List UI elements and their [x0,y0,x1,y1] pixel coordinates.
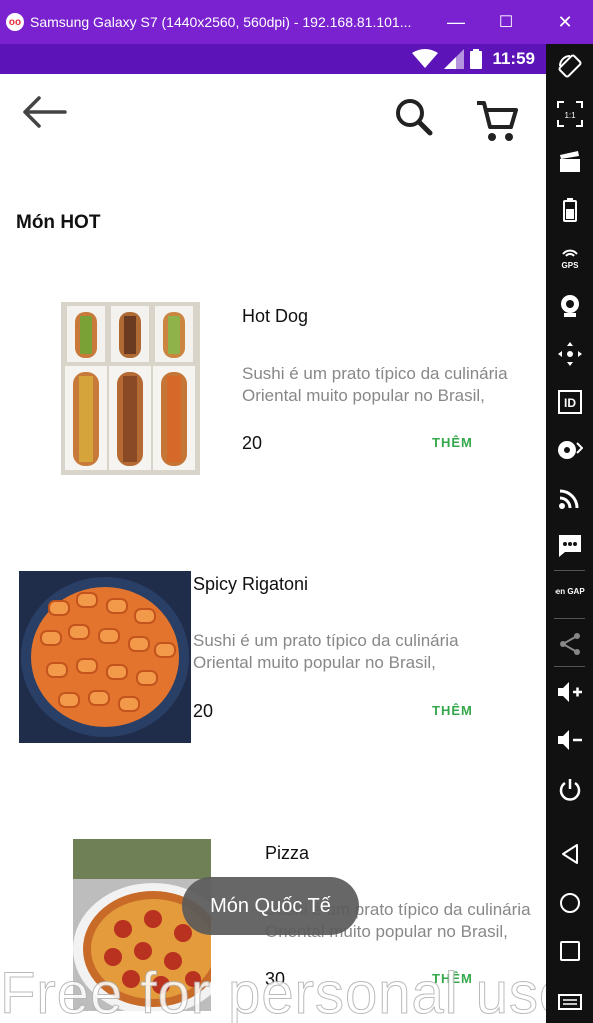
dpad-icon[interactable] [546,336,593,372]
android-status-bar: 11:59 [0,44,546,74]
disk-icon[interactable] [546,432,593,468]
volume-up-icon[interactable] [546,674,593,710]
wifi-icon [412,49,439,69]
capture-icon[interactable] [546,144,593,180]
food-name: Spicy Rigatoni [193,574,309,594]
cart-icon[interactable] [474,98,520,144]
camera-icon[interactable] [546,288,593,324]
add-button[interactable]: THÊM [432,703,473,718]
food-description: Sushi é um prato típico da culinária Ori… [193,631,459,672]
app-screen: Món HOT Hot Dog Sushi é um prato típico … [0,74,546,1023]
food-name: Hot Dog [242,306,309,326]
maximize-button[interactable]: ☐ [481,0,531,44]
home-icon[interactable] [546,885,593,921]
svg-text:Open GAPPS: Open GAPPS [555,587,585,596]
search-icon[interactable] [392,96,434,136]
food-price: 20 [242,433,263,453]
toast-message: Món Quốc Tế [182,877,359,935]
section-title: Món HOT [16,212,101,233]
recents-icon[interactable] [546,933,593,969]
food-description: Sushi é um prato típico da culinária Ori… [242,364,508,405]
share-icon[interactable] [546,626,593,662]
toolbar-divider [554,666,585,667]
food-image[interactable] [19,571,191,743]
svg-text:ID: ID [564,396,576,410]
cast-icon[interactable] [546,480,593,516]
close-button[interactable]: ✕ [540,0,590,44]
open-gapps-icon[interactable]: Open GAPPS [546,578,593,614]
gps-icon[interactable]: GPS [546,240,593,276]
id-icon[interactable]: ID [546,384,593,420]
food-price: 20 [193,701,214,721]
volume-down-icon[interactable] [546,722,593,758]
battery-icon[interactable] [546,192,593,228]
svg-text:1:1: 1:1 [564,111,576,120]
toolbar-divider [554,618,585,619]
add-button[interactable]: THÊM [432,435,473,450]
watermark-text: Free for personal use [0,961,546,1023]
window-titlebar: oo Samsung Galaxy S7 (1440x2560, 560dpi)… [0,0,593,44]
menu-icon[interactable] [546,984,593,1020]
toolbar-divider [554,570,585,571]
back-icon[interactable] [546,836,593,872]
food-name: Pizza [265,843,310,863]
minimize-button[interactable]: — [431,0,481,44]
pixel-perfect-icon[interactable]: 1:1 [546,96,593,132]
power-icon[interactable] [546,772,593,808]
emulator-toolbar: 1:1 GPS ID Open GAPPS [546,44,593,1023]
emulator-window: oo Samsung Galaxy S7 (1440x2560, 560dpi)… [0,0,593,1023]
status-time: 11:59 [492,49,535,68]
cellular-signal-icon [444,49,465,69]
back-arrow-icon[interactable] [20,94,68,130]
genymotion-logo-icon: oo [6,13,24,31]
svg-text:GPS: GPS [561,261,579,270]
battery-status-icon [470,49,483,69]
rotate-icon[interactable] [546,48,593,84]
sms-icon[interactable] [546,528,593,564]
food-image[interactable] [61,302,200,475]
window-title: Samsung Galaxy S7 (1440x2560, 560dpi) - … [30,14,412,30]
